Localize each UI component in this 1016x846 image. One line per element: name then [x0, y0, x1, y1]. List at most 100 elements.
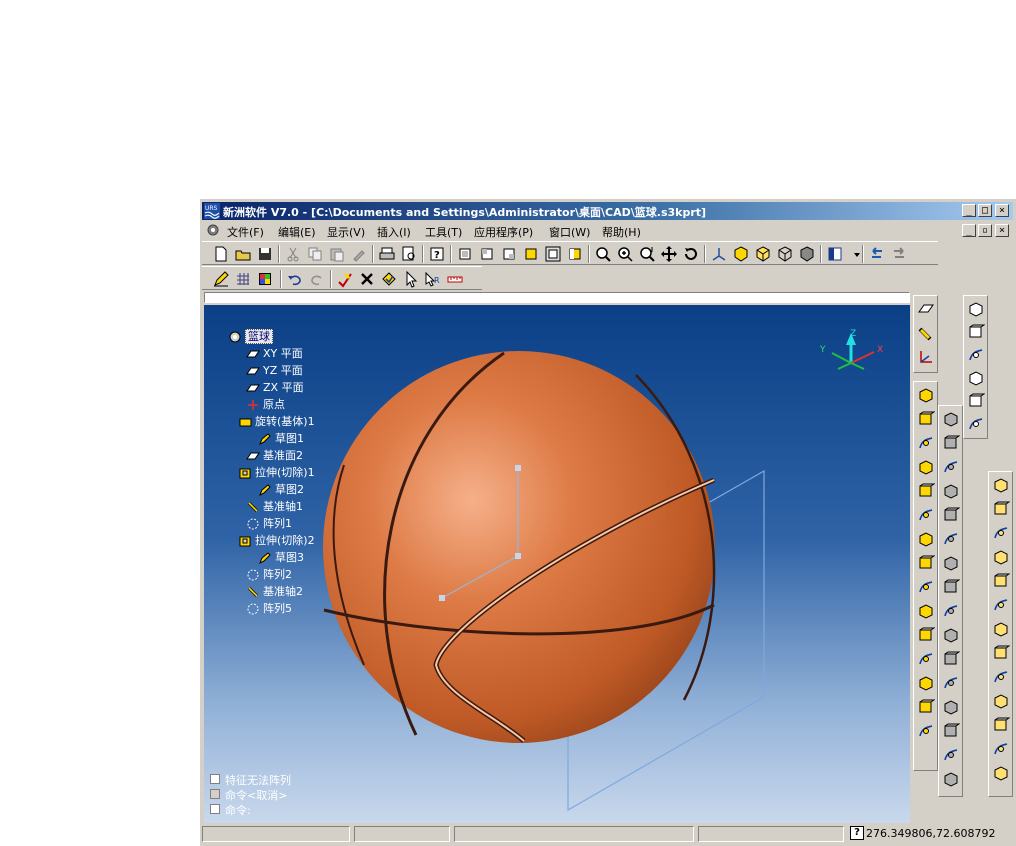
tree-item[interactable]: 拉伸(切除)1	[238, 465, 315, 481]
measure-icon[interactable]	[446, 270, 464, 288]
modify-tool-icon[interactable]	[942, 506, 960, 524]
tree-item[interactable]: 草图1	[258, 431, 304, 447]
tree-item[interactable]: 原点	[246, 397, 285, 413]
tree-item[interactable]: 基准轴1	[246, 499, 303, 515]
horizontal-ruler[interactable]	[204, 292, 910, 303]
print-preview-icon[interactable]	[400, 245, 418, 263]
tree-item[interactable]: 草图2	[258, 482, 304, 498]
modify-tool-icon[interactable]	[942, 746, 960, 764]
feature-tool-icon[interactable]	[917, 386, 935, 404]
layout-dropdown-icon[interactable]	[848, 245, 860, 263]
scroll-down-icon[interactable]	[210, 804, 220, 814]
color-palette-icon[interactable]	[256, 270, 274, 288]
feature-tool-icon[interactable]	[917, 434, 935, 452]
feature-tool-icon[interactable]	[917, 554, 935, 572]
feature-tool-icon[interactable]	[917, 698, 935, 716]
feature-tool-icon[interactable]	[917, 626, 935, 644]
curve-tool-icon[interactable]	[967, 346, 985, 364]
feature-tool-icon[interactable]	[917, 482, 935, 500]
view-front-icon[interactable]	[456, 245, 474, 263]
modify-tool-icon[interactable]	[942, 602, 960, 620]
zoom-in-icon[interactable]	[616, 245, 634, 263]
zoom-dynamic-icon[interactable]	[638, 245, 656, 263]
menu-help[interactable]: 帮助(H)	[602, 224, 641, 240]
feature-tool-icon[interactable]	[917, 602, 935, 620]
feature-tool-icon[interactable]	[917, 506, 935, 524]
surface-tool-icon[interactable]	[992, 500, 1010, 518]
redo-icon[interactable]	[308, 270, 326, 288]
surface-tool-icon[interactable]	[992, 644, 1010, 662]
modify-tool-icon[interactable]	[942, 482, 960, 500]
rotate-icon[interactable]	[682, 245, 700, 263]
suppress-icon[interactable]	[380, 270, 398, 288]
select-filter-icon[interactable]: R	[424, 270, 442, 288]
open-folder-icon[interactable]	[234, 245, 252, 263]
modify-tool-icon[interactable]	[942, 650, 960, 668]
tree-item[interactable]: XY 平面	[246, 346, 303, 362]
surface-tool-icon[interactable]	[992, 740, 1010, 758]
previous-view-icon[interactable]	[868, 245, 886, 263]
modify-tool-icon[interactable]	[942, 458, 960, 476]
tree-item[interactable]: 阵列1	[246, 516, 292, 532]
view-left-icon[interactable]	[500, 245, 518, 263]
curve-tool-icon[interactable]	[967, 369, 985, 387]
delete-icon[interactable]	[358, 270, 376, 288]
grid-icon[interactable]	[234, 270, 252, 288]
plane-tool-icon[interactable]	[917, 300, 935, 318]
brush-icon[interactable]	[350, 245, 368, 263]
feature-tool-icon[interactable]	[917, 674, 935, 692]
minimize-button[interactable]: _	[962, 204, 976, 217]
menu-view[interactable]: 显示(V)	[327, 224, 365, 240]
feature-tool-icon[interactable]	[917, 722, 935, 740]
feature-tool-icon[interactable]	[917, 410, 935, 428]
wireframe-view-icon[interactable]	[776, 245, 794, 263]
help-glyph[interactable]: ?	[850, 826, 864, 840]
modify-tool-icon[interactable]	[942, 722, 960, 740]
menu-tools[interactable]: 工具(T)	[425, 224, 462, 240]
surface-tool-icon[interactable]	[992, 524, 1010, 542]
curve-tool-icon[interactable]	[967, 415, 985, 433]
modify-tool-icon[interactable]	[942, 698, 960, 716]
close-button[interactable]: ×	[995, 204, 1009, 217]
3d-viewport[interactable]: Z Y X 篮球 XY 平面 YZ 平面 ZX 平面 原点 旋转(基体)1 草图1 基准面2 拉…	[204, 305, 910, 823]
surface-tool-icon[interactable]	[992, 476, 1010, 494]
modify-tool-icon[interactable]	[942, 530, 960, 548]
feature-tool-icon[interactable]	[917, 530, 935, 548]
surface-tool-icon[interactable]	[992, 668, 1010, 686]
tree-item[interactable]: 拉伸(切除)2	[238, 533, 315, 549]
modify-tool-icon[interactable]	[942, 626, 960, 644]
sketch-pencil-icon[interactable]	[212, 270, 230, 288]
tree-item[interactable]: 草图3	[258, 550, 304, 566]
tree-item[interactable]: YZ 平面	[246, 363, 303, 379]
zoom-icon[interactable]	[594, 245, 612, 263]
scroll-thumb-icon[interactable]	[210, 789, 220, 799]
menu-insert[interactable]: 插入(I)	[377, 224, 411, 240]
surface-tool-icon[interactable]	[992, 548, 1010, 566]
feature-tool-icon[interactable]	[917, 578, 935, 596]
save-icon[interactable]	[256, 245, 274, 263]
layout-icon[interactable]	[826, 245, 844, 263]
modify-tool-icon[interactable]	[942, 410, 960, 428]
cut-icon[interactable]	[284, 245, 302, 263]
surface-tool-icon[interactable]	[992, 572, 1010, 590]
basketball-model[interactable]	[204, 305, 910, 823]
doc-close-button[interactable]: ×	[995, 224, 1009, 237]
surface-tool-icon[interactable]	[992, 716, 1010, 734]
menu-applications[interactable]: 应用程序(P)	[474, 224, 533, 240]
menu-window[interactable]: 窗口(W)	[549, 224, 590, 240]
tree-root[interactable]: 篮球	[228, 329, 273, 345]
modify-tool-icon[interactable]	[942, 674, 960, 692]
curve-tool-icon[interactable]	[967, 323, 985, 341]
select-arrow-icon[interactable]	[402, 270, 420, 288]
doc-restore-button[interactable]: ▫	[978, 224, 992, 237]
scroll-up-icon[interactable]	[210, 774, 220, 784]
edit-feature-icon[interactable]	[336, 270, 354, 288]
new-file-icon[interactable]	[212, 245, 230, 263]
surface-tool-icon[interactable]	[992, 692, 1010, 710]
tree-item[interactable]: 阵列2	[246, 567, 292, 583]
feature-tool-icon[interactable]	[917, 458, 935, 476]
modify-tool-icon[interactable]	[942, 434, 960, 452]
view-top-icon[interactable]	[544, 245, 562, 263]
tree-item[interactable]: ZX 平面	[246, 380, 304, 396]
axis-tool-icon[interactable]	[917, 324, 935, 342]
